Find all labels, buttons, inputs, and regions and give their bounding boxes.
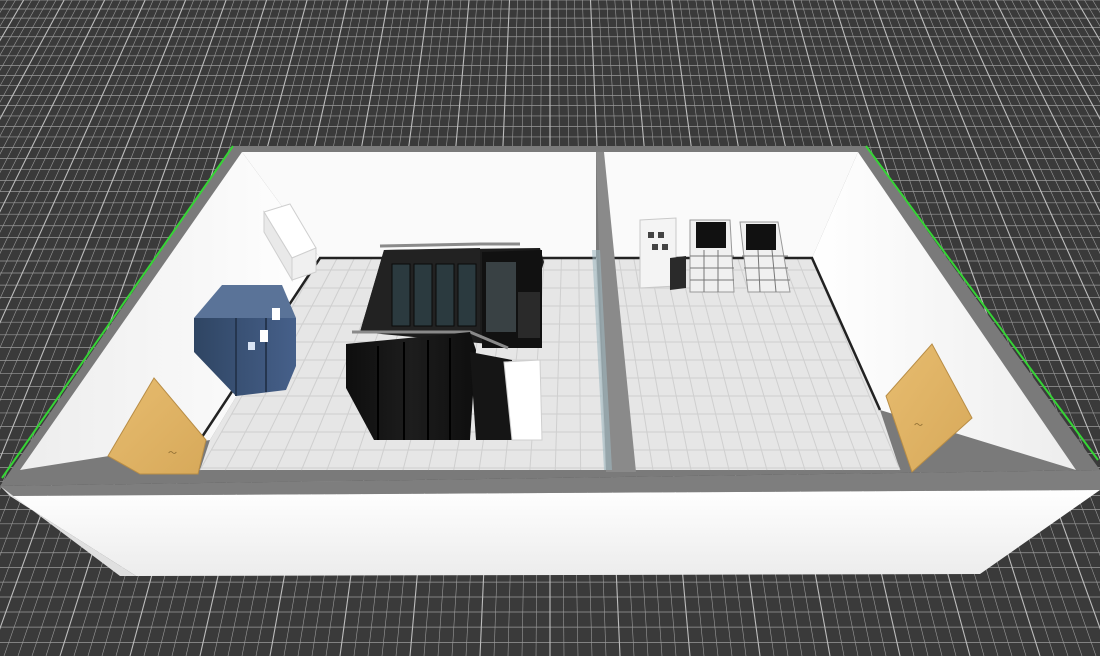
- scene-canvas[interactable]: 〜 〜: [0, 0, 1100, 656]
- battery-rack[interactable]: [689, 219, 735, 293]
- front-wall: [10, 490, 1100, 576]
- 3d-room-viewport[interactable]: 〜 〜: [0, 0, 1100, 656]
- svg-text:〜: 〜: [914, 421, 923, 431]
- svg-text:〜: 〜: [168, 449, 177, 459]
